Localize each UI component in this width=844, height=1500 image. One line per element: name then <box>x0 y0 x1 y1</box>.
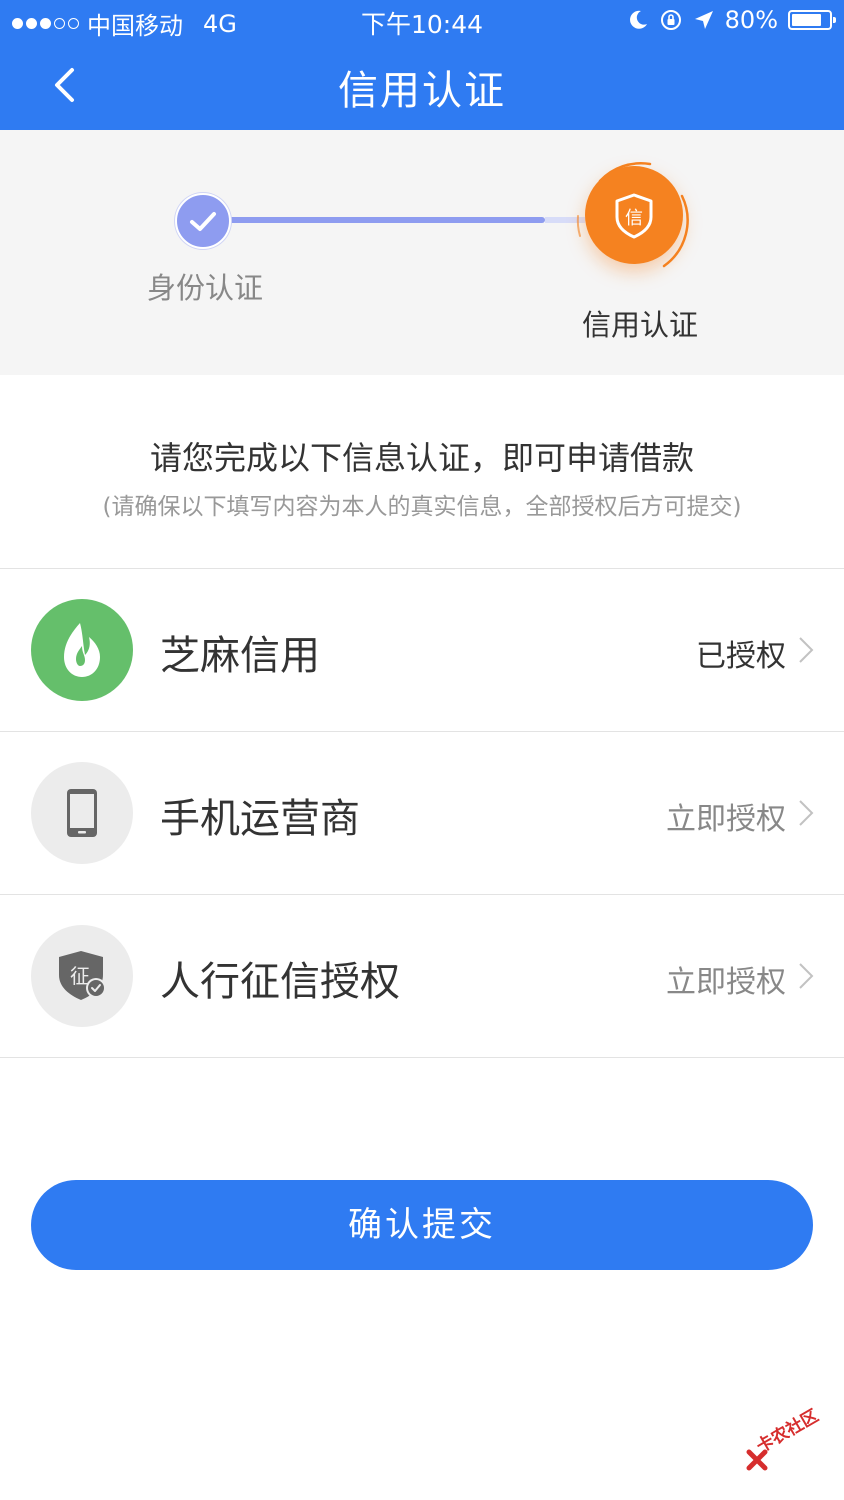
nav-bar: 信用认证 <box>0 40 844 130</box>
check-icon <box>190 212 216 231</box>
shield-icon-text: 信 <box>625 208 643 229</box>
battery-icon <box>788 10 836 30</box>
step-credit-circle: 信 <box>585 166 683 264</box>
list-item-mobile-carrier[interactable]: 手机运营商 立即授权 <box>0 732 844 895</box>
app-header: 中国移动 4G 下午10:44 80% 信用认证 <box>0 0 844 130</box>
list-item-sesame-credit[interactable]: 芝麻信用 已授权 <box>0 569 844 732</box>
shield-icon: 信 <box>615 193 653 239</box>
item-name: 人行征信授权 <box>160 959 400 1005</box>
item-name: 手机运营商 <box>160 796 360 842</box>
submit-button[interactable]: 确认提交 <box>31 1180 813 1270</box>
credit-icon-wrap: 征 <box>31 925 133 1027</box>
location-icon <box>694 11 713 29</box>
item-status: 立即授权 <box>666 965 786 1000</box>
item-name: 芝麻信用 <box>160 633 320 679</box>
page-title: 信用认证 <box>338 68 506 114</box>
watermark-logo: 卡农社区 <box>745 1406 840 1475</box>
step-credit-label: 信用认证 <box>581 308 698 342</box>
progress-steps: 身份认证 信 信用认证 <box>0 130 844 375</box>
phone-icon <box>67 789 97 837</box>
sesame-drop-icon <box>64 623 100 677</box>
step-identity-label: 身份认证 <box>146 271 263 305</box>
moon-icon <box>629 10 647 29</box>
status-bar: 中国移动 4G 下午10:44 80% <box>0 0 844 40</box>
phone-icon-wrap <box>31 762 133 864</box>
auth-list: 芝麻信用 已授权 手机运营商 立即授权 征 人行征信授权 立即授权 <box>0 568 844 1058</box>
item-status: 已授权 <box>696 639 786 674</box>
step-connector-done <box>203 217 545 223</box>
item-status: 立即授权 <box>666 802 786 837</box>
intro-note: (请确保以下填写内容为本人的真实信息，全部授权后方可提交) <box>102 494 742 520</box>
step-identity-marker <box>175 193 231 249</box>
rotation-lock-icon <box>660 10 681 30</box>
list-item-pboc-credit[interactable]: 征 人行征信授权 立即授权 <box>0 895 844 1058</box>
chevron-right-icon <box>799 800 814 826</box>
status-right: 80% <box>627 6 836 34</box>
battery-percent: 80% <box>724 6 778 34</box>
step-credit-marker: 信 <box>572 156 698 282</box>
credit-shield-icon: 征 <box>59 951 106 1000</box>
watermark-text: 卡农社区 <box>753 1406 823 1458</box>
intro-section: 请您完成以下信息认证，即可申请借款 (请确保以下填写内容为本人的真实信息，全部授… <box>0 375 844 568</box>
sesame-icon-wrap <box>31 599 133 701</box>
intro-title: 请您完成以下信息认证，即可申请借款 <box>149 439 694 477</box>
chevron-right-icon <box>799 637 814 663</box>
chevron-right-icon <box>799 963 814 989</box>
